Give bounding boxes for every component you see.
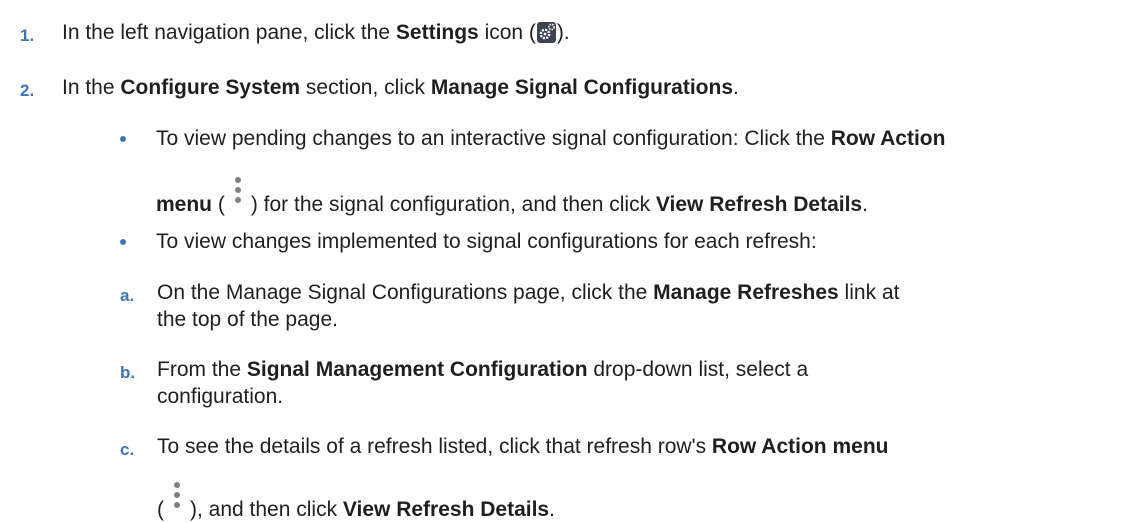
view-refresh-details-label: View Refresh Details [655, 193, 863, 216]
bullet-marker [120, 136, 126, 142]
kebab-menu-icon [225, 173, 251, 213]
row-action-label: Row Action [830, 127, 946, 150]
configure-system-label: Configure System [120, 76, 301, 99]
settings-label: Settings [395, 21, 479, 44]
manage-refreshes-label: Manage Refreshes [653, 281, 839, 304]
manage-signal-configurations-label: Manage Signal Configurations [430, 76, 733, 99]
substep-a-line-1: On the Manage Signal Configurations page… [157, 281, 900, 304]
substep-b-line-1: From the Signal Management Configuration… [157, 358, 809, 381]
substep-b-line-2: configuration. [157, 385, 284, 408]
bullet-2-text: To view changes implemented to signal co… [156, 230, 817, 253]
substep-label-a: a. [120, 286, 135, 305]
bullet-marker [120, 239, 126, 245]
substep-label-c: c. [120, 440, 135, 459]
substep-c-line-2: (), and then click View Refresh Details. [157, 478, 555, 523]
bullet-1-line-2: menu () for the signal configuration, an… [156, 173, 868, 218]
substep-c-line-1: To see the details of a refresh listed, … [157, 435, 889, 458]
step-2-text: In the Configure System section, click M… [62, 76, 739, 99]
substep-a-line-2: the top of the page. [157, 308, 338, 331]
signal-management-configuration-label: Signal Management Configuration [246, 358, 588, 381]
kebab-menu-icon [164, 478, 190, 518]
step-1-text: In the left navigation pane, click the S… [62, 21, 570, 44]
step-number-2: 2. [20, 81, 35, 100]
settings-gear-icon [536, 22, 556, 43]
substep-label-b: b. [120, 363, 136, 382]
step-number-1: 1. [20, 26, 35, 45]
bullet-1-line-1: To view pending changes to an interactiv… [156, 127, 946, 150]
instructions-document: 1. In the left navigation pane, click th… [0, 0, 1124, 521]
row-action-menu-label: Row Action menu [711, 435, 889, 458]
